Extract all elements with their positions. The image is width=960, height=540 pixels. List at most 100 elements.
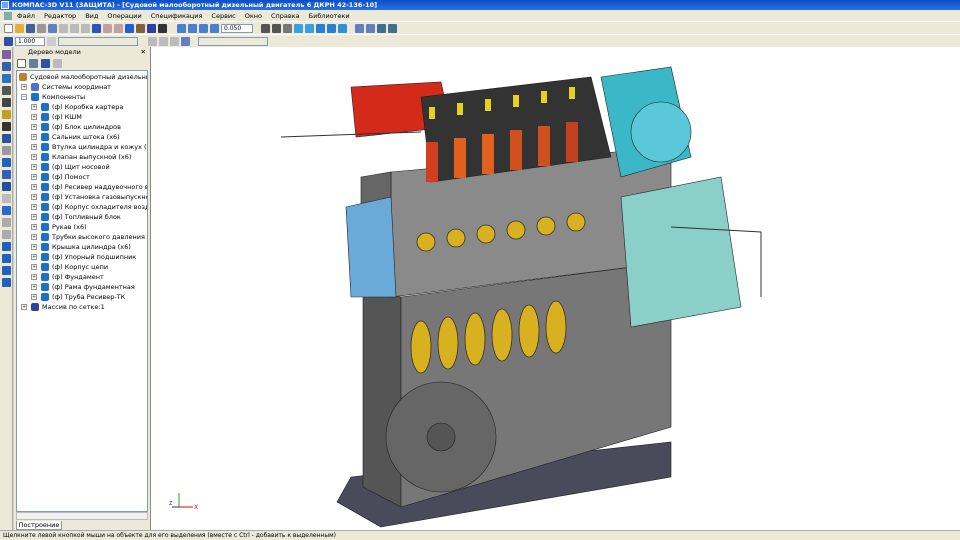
tree-item[interactable]: +Крышка цилиндра (х6): [31, 242, 131, 252]
rotate-icon[interactable]: [272, 24, 281, 33]
tree-item[interactable]: +(ф) Корпус цепи: [31, 262, 108, 272]
tree-item-array[interactable]: +Массив по сетке:1: [21, 302, 105, 312]
wireframe-icon[interactable]: [294, 24, 303, 33]
snap-icon[interactable]: [388, 24, 397, 33]
copy-icon[interactable]: [70, 24, 79, 33]
grid-icon[interactable]: [159, 37, 168, 46]
expand-icon[interactable]: +: [31, 164, 37, 170]
manager-icon[interactable]: [125, 24, 134, 33]
open-icon[interactable]: [15, 24, 24, 33]
expand-icon[interactable]: +: [31, 294, 37, 300]
tree-item[interactable]: +(ф) Щит носовой: [31, 162, 110, 172]
menu-view[interactable]: Вид: [85, 12, 98, 20]
select-filter-icon[interactable]: [366, 24, 375, 33]
expand-icon[interactable]: +: [31, 154, 37, 160]
tree-root[interactable]: Судовой малооборотный дизельный двигател…: [19, 72, 148, 82]
menu-file[interactable]: Файл: [17, 12, 35, 20]
menu-libraries[interactable]: Библиотеки: [309, 12, 350, 20]
tree-item[interactable]: +(ф) Помост: [31, 172, 90, 182]
tree-item[interactable]: +(ф) Корпус охладителя воздуха и в: [31, 202, 148, 212]
expand-icon[interactable]: +: [31, 124, 37, 130]
insert-icon[interactable]: [2, 182, 11, 191]
step-input[interactable]: 1.000: [15, 37, 45, 46]
shaded-icon[interactable]: [316, 24, 325, 33]
expand-icon[interactable]: +: [31, 274, 37, 280]
tree-item[interactable]: +(ф) КШМ: [31, 112, 82, 122]
tree-item[interactable]: +(ф) Коробка картера: [31, 102, 123, 112]
expand-icon[interactable]: +: [31, 174, 37, 180]
rotate-component-icon[interactable]: [2, 230, 11, 239]
library-icon[interactable]: [136, 24, 145, 33]
move-icon[interactable]: [2, 218, 11, 227]
close-icon[interactable]: ✕: [141, 47, 146, 57]
menu-help[interactable]: Справка: [271, 12, 300, 20]
expand-icon[interactable]: +: [31, 144, 37, 150]
local-cs-icon[interactable]: [148, 37, 157, 46]
cut-icon[interactable]: [59, 24, 68, 33]
perspective-icon[interactable]: [338, 24, 347, 33]
disabled-icon[interactable]: [2, 194, 11, 203]
surfaces-icon[interactable]: [2, 74, 11, 83]
pan-icon[interactable]: [261, 24, 270, 33]
tree-item[interactable]: +(ф) Рама фундаментная: [31, 282, 135, 292]
tree-item[interactable]: +(ф) Ресивер наддувочного воздуха: [31, 182, 148, 192]
measure-icon[interactable]: [377, 24, 386, 33]
tree-filter-icon[interactable]: [41, 59, 50, 68]
preview-icon[interactable]: [48, 24, 57, 33]
specification-icon[interactable]: [2, 134, 11, 143]
properties-icon[interactable]: [92, 24, 101, 33]
tree-order-icon[interactable]: [53, 59, 62, 68]
filter-icon[interactable]: [355, 24, 364, 33]
tree-item-components[interactable]: −Компоненты: [21, 92, 85, 102]
expand-icon[interactable]: +: [31, 254, 37, 260]
spatial-curves-icon[interactable]: [2, 62, 11, 71]
print-icon[interactable]: [37, 24, 46, 33]
expand-icon[interactable]: +: [31, 264, 37, 270]
zoom-input[interactable]: 0.050: [221, 24, 253, 33]
expand-icon[interactable]: +: [31, 104, 37, 110]
arrays-icon[interactable]: [2, 86, 11, 95]
horizontal-scrollbar[interactable]: [16, 512, 148, 520]
hole-icon[interactable]: [2, 266, 11, 275]
expand-icon[interactable]: +: [31, 114, 37, 120]
paste-icon[interactable]: [81, 24, 90, 33]
tree-item-coords[interactable]: +Системы координат: [21, 82, 111, 92]
tree-structure-icon[interactable]: [29, 59, 38, 68]
save-icon[interactable]: [26, 24, 35, 33]
redo-icon[interactable]: [114, 24, 123, 33]
menu-service[interactable]: Сервис: [211, 12, 235, 20]
engine-model[interactable]: [151, 47, 960, 530]
section-icon[interactable]: [2, 254, 11, 263]
layer-icon[interactable]: [47, 37, 56, 46]
tree-item[interactable]: +Клапан выпускной (х6): [31, 152, 131, 162]
tree-item[interactable]: +Рукав (х6): [31, 222, 87, 232]
menu-edit[interactable]: Редактор: [44, 12, 76, 20]
expand-icon[interactable]: +: [31, 204, 37, 210]
expand-icon[interactable]: +: [31, 224, 37, 230]
component-icon[interactable]: [2, 146, 11, 155]
help-icon[interactable]: [158, 24, 167, 33]
zoom-icon[interactable]: [177, 24, 186, 33]
expand-icon[interactable]: +: [31, 214, 37, 220]
shaded-edges-icon[interactable]: [327, 24, 336, 33]
edit-part-icon[interactable]: [2, 50, 11, 59]
tree-mode-icon[interactable]: [17, 59, 26, 68]
tree-item[interactable]: +(ф) Труба Ресивер-ТК: [31, 292, 125, 302]
expand-icon[interactable]: +: [31, 244, 37, 250]
snap-toggle-icon[interactable]: [181, 37, 190, 46]
assembly-icon[interactable]: [2, 170, 11, 179]
hidden-lines-icon[interactable]: [305, 24, 314, 33]
menu-window[interactable]: Окно: [245, 12, 262, 20]
zoom-in-icon[interactable]: [188, 24, 197, 33]
new-icon[interactable]: [4, 24, 13, 33]
filter-icon[interactable]: [2, 110, 11, 119]
tree-item[interactable]: +Сальник штока (х6): [31, 132, 120, 142]
expand-icon[interactable]: +: [21, 84, 27, 90]
expand-icon[interactable]: +: [31, 284, 37, 290]
expand-icon[interactable]: +: [31, 134, 37, 140]
tree-item[interactable]: +Трубки высокого давления (х6): [31, 232, 148, 242]
zoom-out-icon[interactable]: [199, 24, 208, 33]
mates-icon[interactable]: [2, 158, 11, 167]
undo-icon[interactable]: [103, 24, 112, 33]
tab-construction[interactable]: Построение: [16, 521, 62, 530]
